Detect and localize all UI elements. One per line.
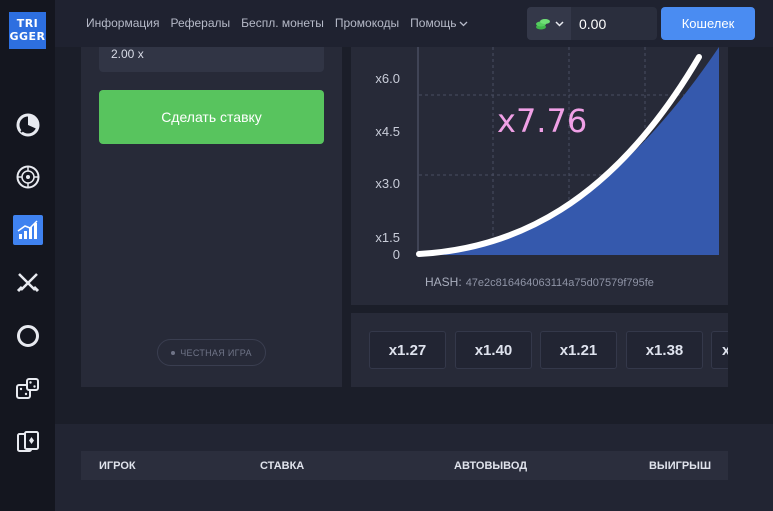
wallet-button[interactable]: Кошелек (661, 7, 755, 40)
nav-item-help[interactable]: Помощь (410, 16, 467, 30)
auto-cashout-input[interactable]: 2.00 x (99, 47, 324, 72)
history-item[interactable]: x1.21 (540, 331, 617, 369)
chevron-down-icon (459, 21, 467, 26)
logo-line-1: TRI (16, 17, 39, 30)
nav-item-referrals[interactable]: Рефералы (170, 16, 230, 30)
bar-chart-icon (17, 220, 38, 239)
nav-item-info[interactable]: Информация (86, 16, 159, 30)
column-header-auto-cashout: АВТОВЫВОД (454, 460, 528, 472)
y-tick-label: x6.0 (375, 71, 400, 86)
trigger-logo[interactable]: TRI GGER (9, 12, 46, 49)
place-bet-button[interactable]: Сделать ставку (99, 90, 324, 144)
history-item[interactable]: x1.40 (455, 331, 532, 369)
sidebar-item-double[interactable] (13, 110, 43, 140)
history-item[interactable]: x1.27 (369, 331, 446, 369)
hash-label: HASH: (425, 275, 462, 289)
auto-cashout-value: 2.00 x (111, 47, 144, 61)
roulette-icon (16, 165, 40, 189)
top-header: Информация Рефералы Беспл. монеты Промок… (55, 0, 773, 47)
nav-item-promocodes[interactable]: Промокоды (335, 16, 399, 30)
sidebar-item-dice[interactable] (13, 374, 43, 404)
sidebar-item-roulette[interactable] (13, 162, 43, 192)
sidebar-item-cards[interactable] (13, 427, 43, 457)
y-tick-label: 0 (393, 247, 400, 262)
y-tick-label: x3.0 (375, 176, 400, 191)
y-tick-label: x1.5 (375, 230, 400, 245)
crash-graph-panel: x6.0 x4.5 x3.0 x1.5 0 x7.76 HASH: 47e2c81… (351, 47, 728, 305)
coins-icon (535, 18, 550, 29)
chevron-down-icon (554, 21, 564, 27)
sidebar-item-pvp[interactable] (13, 268, 43, 298)
main-nav: Информация Рефералы Беспл. монеты Промок… (86, 16, 468, 30)
column-header-winnings: ВЫИГРЫШ (648, 460, 711, 472)
fair-game-badge[interactable]: ЧЕСТНАЯ ИГРА (157, 339, 266, 366)
history-item[interactable]: x1.38 (626, 331, 703, 369)
balance-box: 0.00 (527, 7, 657, 40)
dice-icon (16, 378, 39, 399)
crash-graph: x6.0 x4.5 x3.0 x1.5 0 (375, 47, 719, 262)
history-item[interactable]: x (711, 331, 728, 369)
balance-value: 0.00 (579, 16, 607, 32)
sidebar-item-crash[interactable] (13, 215, 43, 245)
current-multiplier: x7.76 (497, 102, 588, 140)
hash-value[interactable]: 47e2c816464063114a75d07579f795fe (466, 277, 654, 289)
fair-game-label: ЧЕСТНАЯ ИГРА (180, 347, 252, 358)
bet-panel: 2.00 x Сделать ставку ЧЕСТНАЯ ИГРА (81, 47, 342, 387)
column-header-player: ИГРОК (99, 460, 136, 472)
crossed-swords-icon (16, 273, 40, 293)
nav-help-label: Помощь (410, 16, 457, 30)
currency-select[interactable] (527, 7, 571, 40)
circle-icon (17, 325, 39, 347)
history-panel: x1.27 x1.40 x1.21 x1.38 x (351, 313, 728, 387)
sidebar-item-wheel[interactable] (13, 321, 43, 351)
round-hash: HASH: 47e2c816464063114a75d07579f795fe (425, 275, 654, 289)
sidebar: TRI GGER (0, 0, 55, 511)
cards-icon (17, 431, 39, 452)
logo-line-2: GGER (9, 30, 46, 43)
y-tick-label: x4.5 (375, 124, 400, 139)
bets-table-area: ИГРОК СТАВКА АВТОВЫВОД ВЫИГРЫШ (55, 424, 773, 511)
pie-chart-icon (16, 113, 40, 137)
dot-icon (171, 350, 176, 355)
bets-table-header: ИГРОК СТАВКА АВТОВЫВОД ВЫИГРЫШ (81, 451, 728, 480)
column-header-bet: СТАВКА (260, 460, 305, 472)
nav-item-free-coins[interactable]: Беспл. монеты (241, 16, 324, 30)
